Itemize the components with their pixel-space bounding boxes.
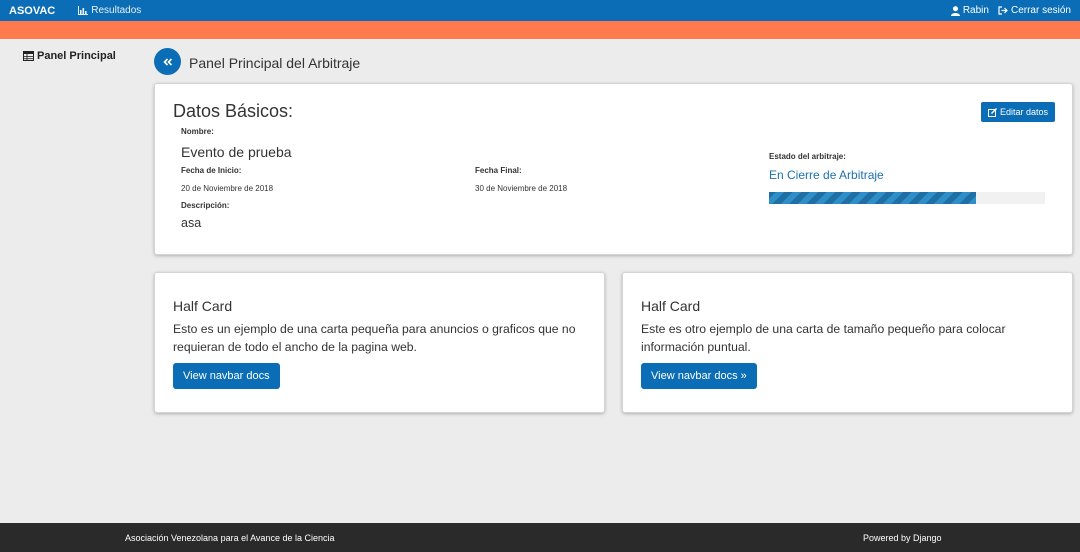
page-title: Panel Principal del Arbitraje (189, 55, 361, 71)
card-heading: Datos Básicos: (173, 101, 294, 121)
results-link-label: Resultados (91, 5, 142, 16)
footer: Asociación Venezolana para el Avance de … (0, 523, 1080, 552)
user-name: Rabin (962, 5, 989, 16)
name-label: Nombre: (181, 127, 214, 136)
view-navbar-docs-button[interactable]: View navbar docs » (641, 363, 757, 389)
navbar-right: Rabin Cerrar sesión (942, 0, 1071, 21)
double-chevron-left-icon (162, 57, 172, 66)
back-button[interactable] (154, 48, 181, 75)
user-menu[interactable]: Rabin (950, 5, 989, 16)
logout-link[interactable]: Cerrar sesión (998, 5, 1071, 16)
edit-data-label: Editar datos (999, 107, 1048, 117)
half-card-2: Half Card Este es otro ejemplo de una ca… (622, 272, 1073, 413)
half-card-1: Half Card Esto es un ejemplo de una cart… (154, 272, 605, 413)
footer-organization: Asociación Venezolana para el Avance de … (125, 533, 335, 543)
status-value: En Cierre de Arbitraje (769, 168, 884, 182)
name-value: Evento de prueba (181, 144, 292, 160)
top-navbar: ASOVAC Resultados Rabin Cerrar sesión (0, 0, 1080, 21)
logout-label: Cerrar sesión (1010, 5, 1071, 16)
table-icon (23, 51, 34, 61)
status-label: Estado del arbitraje: (769, 152, 846, 161)
half-card-text: Esto es un ejemplo de una carta pequeña … (173, 322, 576, 354)
chart-icon (78, 6, 89, 15)
edit-data-button[interactable]: Editar datos (980, 102, 1055, 122)
end-date-label: Fecha Final: (475, 166, 522, 175)
description-value: asa (181, 216, 202, 230)
brand-logo[interactable]: ASOVAC (9, 5, 55, 17)
edit-icon (987, 107, 997, 117)
status-progress-bar (769, 192, 1045, 204)
sidebar-item-panel-principal[interactable]: Panel Principal (23, 50, 116, 62)
user-icon (950, 5, 960, 16)
basic-data-card: Datos Básicos: Editar datos Nombre: Even… (154, 83, 1073, 255)
end-date-value: 30 de Noviembre de 2018 (475, 184, 568, 193)
start-date-value: 20 de Noviembre de 2018 (181, 184, 274, 193)
start-date-label: Fecha de Inicio: (181, 166, 242, 175)
results-link[interactable]: Resultados (78, 5, 141, 16)
view-navbar-docs-button[interactable]: View navbar docs (173, 363, 280, 389)
progress-fill (769, 192, 976, 204)
sign-out-icon (998, 6, 1008, 15)
description-label: Descripción: (181, 201, 230, 210)
footer-powered-by[interactable]: Powered by Django (863, 533, 942, 543)
accent-bar (0, 21, 1080, 39)
half-card-text: Este es otro ejemplo de una carta de tam… (641, 322, 1006, 354)
half-card-title: Half Card (173, 298, 233, 314)
half-card-title: Half Card (641, 298, 701, 314)
sidebar-item-label: Panel Principal (37, 50, 116, 62)
